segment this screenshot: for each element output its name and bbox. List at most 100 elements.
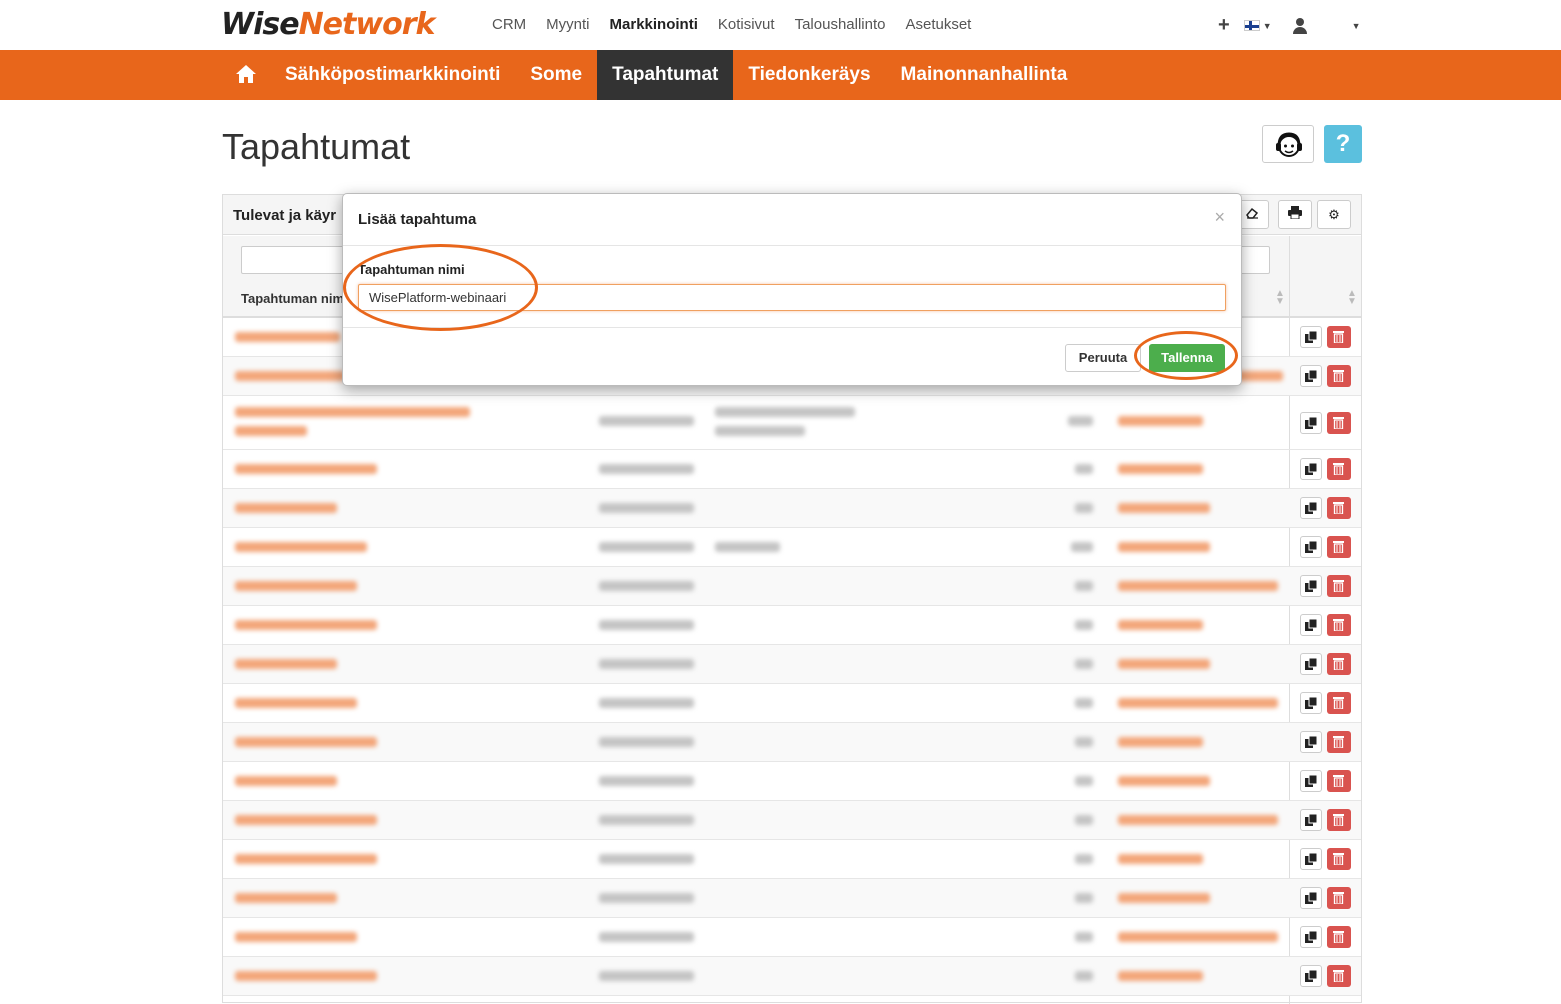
add-event-modal: Lisää tapahtuma × Tapahtuman nimi Peruut… (342, 193, 1242, 386)
delete-button[interactable] (1327, 412, 1351, 434)
copy-button[interactable] (1300, 412, 1322, 434)
print-icon (1288, 206, 1302, 220)
copy-button[interactable] (1300, 497, 1322, 519)
trash-icon (1333, 619, 1344, 631)
copy-icon (1305, 370, 1318, 382)
plus-icon[interactable]: + (1218, 14, 1230, 37)
table-row[interactable] (223, 762, 1361, 801)
delete-button[interactable] (1327, 887, 1351, 909)
copy-icon (1305, 463, 1318, 475)
table-row[interactable] (223, 957, 1361, 996)
table-row[interactable] (223, 606, 1361, 645)
delete-button[interactable] (1327, 536, 1351, 558)
delete-button[interactable] (1327, 365, 1351, 387)
trash-icon (1333, 736, 1344, 748)
logo[interactable]: WiseNetwork (221, 7, 436, 42)
print-button[interactable] (1278, 200, 1312, 229)
sort-icon[interactable]: ▲ ▼ (1275, 289, 1285, 307)
table-row[interactable] (223, 801, 1361, 840)
top-nav-taloushallinto[interactable]: Taloushallinto (795, 16, 886, 33)
column-header-name[interactable]: Tapahtuman nim (241, 291, 344, 306)
delete-button[interactable] (1327, 653, 1351, 675)
logo-text-wise: Wise (221, 7, 300, 42)
table-row[interactable] (223, 489, 1361, 528)
table-row[interactable] (223, 684, 1361, 723)
copy-button[interactable] (1300, 926, 1322, 948)
top-nav-myynti[interactable]: Myynti (546, 16, 589, 33)
delete-button[interactable] (1327, 692, 1351, 714)
trash-icon (1333, 541, 1344, 553)
logo-text-network: Network (298, 7, 436, 42)
top-nav-kotisivut[interactable]: Kotisivut (718, 16, 775, 33)
user-menu-chevron-icon[interactable]: ▼ (1352, 21, 1361, 31)
main-nav: Sähköpostimarkkinointi Some Tapahtumat T… (0, 50, 1561, 100)
table-row[interactable] (223, 528, 1361, 567)
delete-button[interactable] (1327, 731, 1351, 753)
delete-button[interactable] (1327, 575, 1351, 597)
user-icon[interactable] (1292, 17, 1308, 34)
nav-tiedonkerays[interactable]: Tiedonkeräys (733, 50, 885, 100)
delete-button[interactable] (1327, 458, 1351, 480)
cancel-button[interactable]: Peruuta (1065, 344, 1141, 372)
nav-tapahtumat[interactable]: Tapahtumat (597, 50, 734, 100)
copy-button[interactable] (1300, 848, 1322, 870)
nav-some[interactable]: Some (515, 50, 597, 100)
delete-button[interactable] (1327, 614, 1351, 636)
home-icon[interactable] (222, 50, 270, 100)
trash-icon (1333, 892, 1344, 904)
sort-icon[interactable]: ▲ ▼ (1347, 289, 1357, 307)
copy-button[interactable] (1300, 458, 1322, 480)
top-nav-asetukset[interactable]: Asetukset (905, 16, 971, 33)
copy-button[interactable] (1300, 770, 1322, 792)
table-row[interactable] (223, 450, 1361, 489)
close-icon[interactable]: × (1214, 207, 1225, 228)
copy-button[interactable] (1300, 731, 1322, 753)
copy-button[interactable] (1300, 692, 1322, 714)
copy-icon (1305, 331, 1318, 343)
copy-button[interactable] (1300, 809, 1322, 831)
support-button[interactable] (1262, 125, 1314, 163)
delete-button[interactable] (1327, 965, 1351, 987)
table-row[interactable] (223, 723, 1361, 762)
trash-icon (1333, 580, 1344, 592)
delete-button[interactable] (1327, 497, 1351, 519)
page-title: Tapahtumat (222, 126, 411, 167)
nav-mainonnanhallinta[interactable]: Mainonnanhallinta (886, 50, 1083, 100)
top-nav-crm[interactable]: CRM (492, 16, 526, 33)
copy-button[interactable] (1300, 887, 1322, 909)
language-selector[interactable]: ▼ (1243, 20, 1272, 31)
delete-button[interactable] (1327, 770, 1351, 792)
save-button[interactable]: Tallenna (1149, 344, 1225, 372)
delete-button[interactable] (1327, 809, 1351, 831)
settings-button[interactable]: ⚙ (1317, 200, 1351, 229)
copy-button[interactable] (1300, 965, 1322, 987)
nav-sahkopostimarkkinointi[interactable]: Sähköpostimarkkinointi (270, 50, 515, 100)
flag-fi-icon (1243, 20, 1260, 31)
delete-button[interactable] (1327, 326, 1351, 348)
copy-button[interactable] (1300, 536, 1322, 558)
help-button[interactable]: ? (1324, 125, 1362, 163)
trash-icon (1333, 417, 1344, 429)
copy-icon (1305, 853, 1318, 865)
delete-button[interactable] (1327, 848, 1351, 870)
table-row[interactable] (223, 879, 1361, 918)
copy-button[interactable] (1300, 614, 1322, 636)
delete-button[interactable] (1327, 926, 1351, 948)
trash-icon (1333, 931, 1344, 943)
table-row[interactable] (223, 918, 1361, 957)
table-row[interactable] (223, 396, 1361, 450)
copy-button[interactable] (1300, 365, 1322, 387)
top-nav-markkinointi[interactable]: Markkinointi (610, 16, 698, 33)
copy-button[interactable] (1300, 653, 1322, 675)
chevron-down-icon: ▼ (1262, 20, 1272, 31)
event-name-input[interactable] (358, 284, 1226, 311)
copy-button[interactable] (1300, 575, 1322, 597)
trash-icon (1333, 463, 1344, 475)
table-row[interactable] (223, 645, 1361, 684)
table-row[interactable] (223, 840, 1361, 879)
copy-button[interactable] (1300, 326, 1322, 348)
copy-icon (1305, 580, 1318, 592)
table-row[interactable] (223, 567, 1361, 606)
trash-icon (1333, 775, 1344, 787)
copy-icon (1305, 814, 1318, 826)
